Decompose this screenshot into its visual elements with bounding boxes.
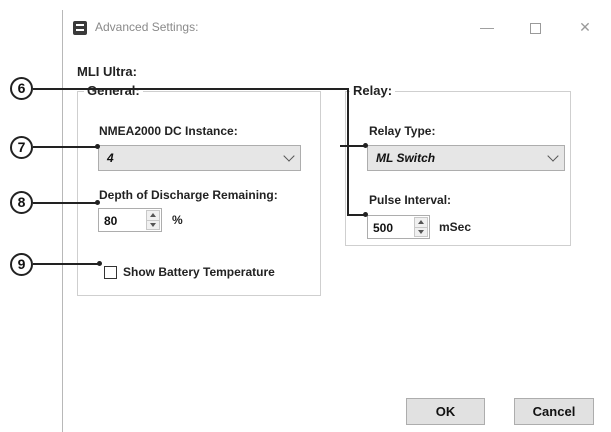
title-bar: Advanced Settings: — ✕: [63, 10, 611, 44]
callout-6-leader-h1: [33, 88, 348, 90]
chevron-down-icon: [283, 150, 295, 162]
callout-6-leader-branch: [340, 145, 364, 147]
callout-7: 7: [10, 136, 33, 159]
callout-7-leader: [33, 146, 96, 148]
spin-up-icon: [150, 213, 156, 217]
callout-9-dot: [97, 261, 102, 266]
pulse-spin-buttons: [414, 217, 428, 237]
advanced-settings-window: Advanced Settings: — ✕ MLI Ultra: Genera…: [62, 10, 611, 432]
app-icon: [73, 21, 87, 35]
callout-9-leader: [33, 263, 98, 265]
callout-8: 8: [10, 191, 33, 214]
nmea-instance-value: 4: [107, 151, 114, 165]
spin-down-icon: [418, 230, 424, 234]
cancel-button[interactable]: Cancel: [514, 398, 594, 425]
general-group-title: General:: [84, 83, 143, 98]
dod-spin-buttons: [146, 210, 160, 230]
callout-9: 9: [10, 253, 33, 276]
pulse-interval-label: Pulse Interval:: [369, 193, 452, 207]
show-temp-checkbox[interactable]: [104, 266, 117, 279]
general-group: General: NMEA2000 DC Instance: 4 Depth o…: [77, 83, 321, 296]
dod-spinner[interactable]: 80: [98, 208, 162, 232]
callout-8-dot: [95, 200, 100, 205]
pulse-interval-spinner[interactable]: 500: [367, 215, 430, 239]
callout-8-leader: [33, 202, 96, 204]
close-button[interactable]: ✕: [565, 14, 605, 40]
pulse-interval-value: 500: [373, 221, 394, 235]
relay-group: Relay: Relay Type: ML Switch Pulse Inter…: [345, 83, 571, 246]
dod-decrement-button[interactable]: [147, 220, 159, 229]
callout-6-leader-v: [347, 88, 349, 216]
pulse-decrement-button[interactable]: [415, 227, 427, 236]
spin-down-icon: [150, 223, 156, 227]
relay-type-label: Relay Type:: [369, 124, 436, 138]
nmea-instance-label: NMEA2000 DC Instance:: [99, 124, 238, 138]
product-label: MLI Ultra:: [77, 64, 137, 79]
spin-up-icon: [418, 220, 424, 224]
window-title: Advanced Settings:: [95, 20, 199, 34]
chevron-down-icon: [547, 150, 559, 162]
maximize-icon: [529, 22, 541, 34]
callout-6-dot-pulse: [363, 212, 368, 217]
callout-6: 6: [10, 77, 33, 100]
relay-type-value: ML Switch: [376, 151, 436, 165]
dod-unit: %: [172, 213, 183, 227]
show-temp-label[interactable]: Show Battery Temperature: [123, 265, 275, 279]
maximize-button[interactable]: [515, 14, 555, 40]
dod-label: Depth of Discharge Remaining:: [99, 188, 278, 202]
callout-6-dot-relay-type: [363, 143, 368, 148]
pulse-interval-unit: mSec: [439, 220, 472, 234]
relay-group-title: Relay:: [350, 83, 396, 98]
dod-value: 80: [104, 214, 118, 228]
callout-7-dot: [95, 144, 100, 149]
minimize-button[interactable]: —: [467, 14, 507, 40]
ok-button[interactable]: OK: [406, 398, 485, 425]
nmea-instance-select[interactable]: 4: [98, 145, 301, 171]
relay-type-select[interactable]: ML Switch: [367, 145, 565, 171]
